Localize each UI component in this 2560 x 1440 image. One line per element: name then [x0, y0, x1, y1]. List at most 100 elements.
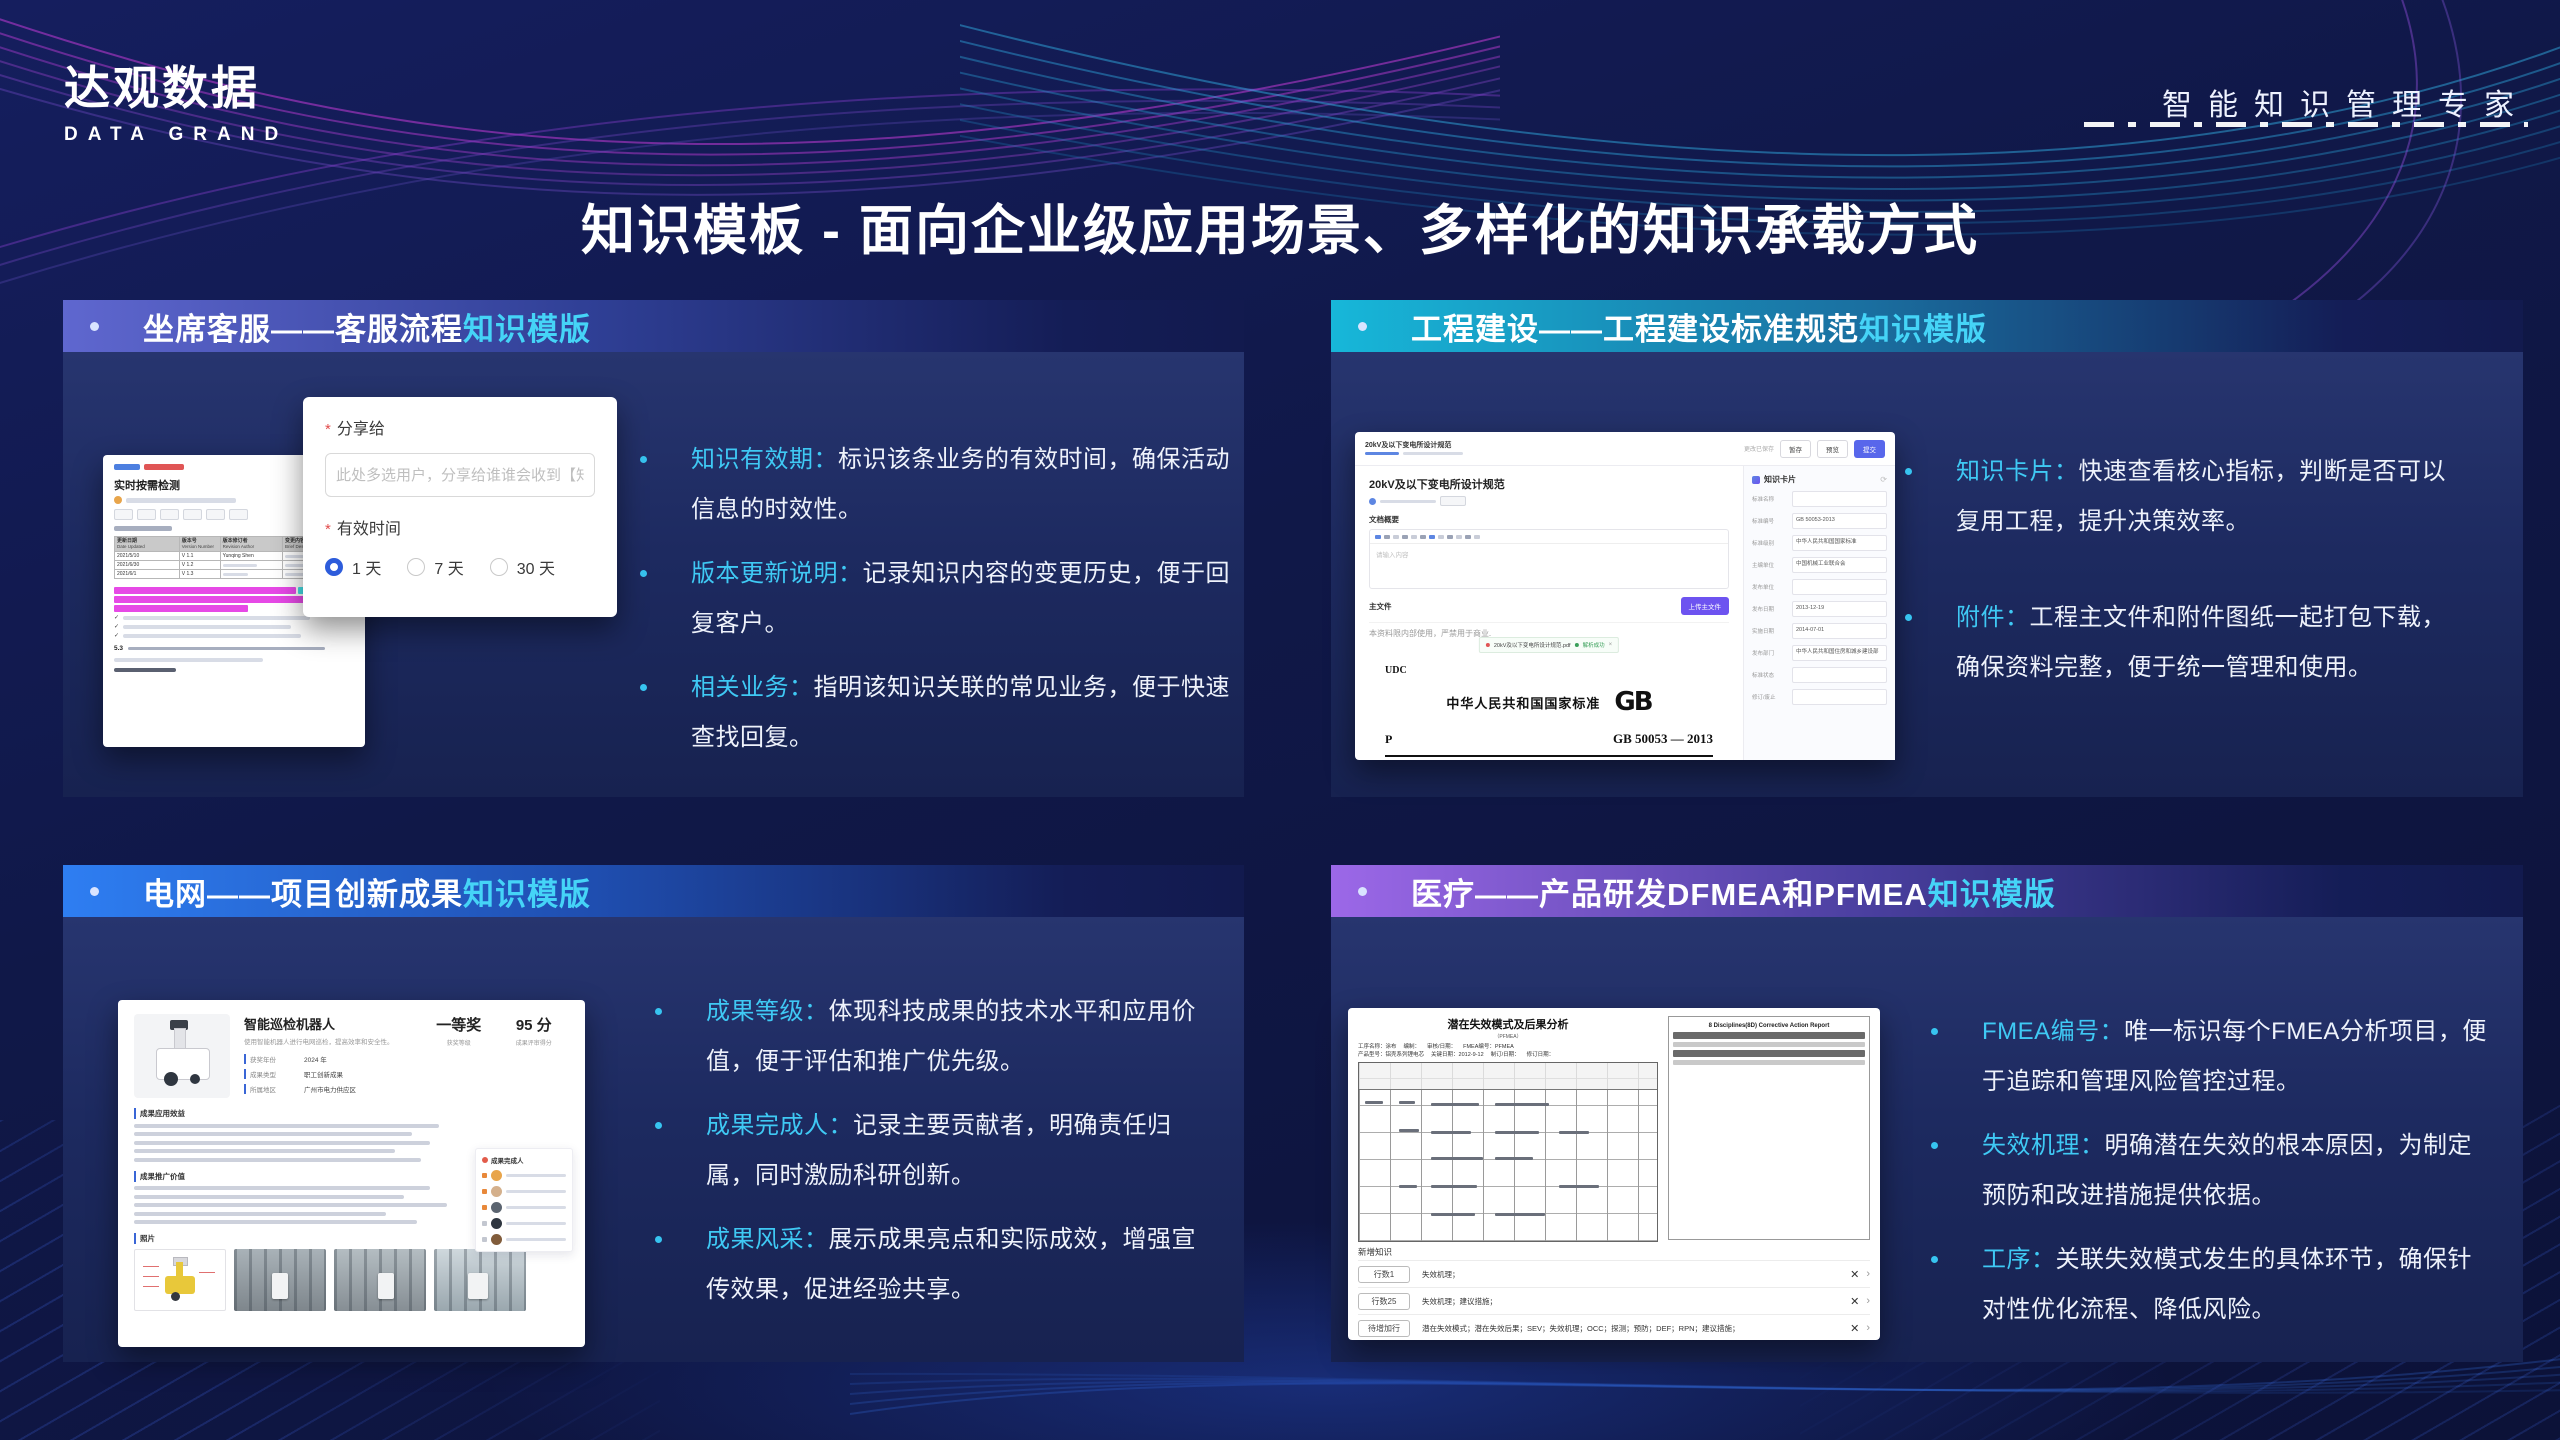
- file-chip[interactable]: 20kV及以下变电所设计规范.pdf 解析成功 ×: [1479, 637, 1619, 653]
- breadcrumb: [1365, 452, 1463, 455]
- rank-badge: [482, 1205, 487, 1210]
- close-icon[interactable]: ✕: [1850, 1295, 1859, 1308]
- cell-text: [1431, 1185, 1477, 1188]
- save-draft-button[interactable]: 暂存: [1780, 440, 1811, 458]
- radio-icon: [407, 558, 425, 576]
- row-chip[interactable]: 待增加行: [1358, 1320, 1410, 1337]
- score-badge: 95 分 成果评审得分: [516, 1014, 552, 1099]
- chevron-right-icon[interactable]: ›: [1866, 1322, 1870, 1334]
- bullet-dot-icon: [655, 1236, 662, 1243]
- members-title: 成果完成人: [491, 1155, 524, 1165]
- cell-text: [1495, 1213, 1545, 1216]
- success-icon: [1575, 643, 1579, 647]
- preview-button[interactable]: 预览: [1817, 440, 1848, 458]
- field-value[interactable]: [1792, 689, 1887, 705]
- summary-editor[interactable]: 请输入内容: [1369, 529, 1729, 589]
- toolbar-glyph: [1411, 535, 1417, 539]
- panel-body: 潜在失效模式及后果分析 （PFMEA） 工序名称：涂布 编制： 审核/日期： F…: [1331, 917, 2523, 1362]
- field-value[interactable]: 中国机械工业联合会: [1792, 557, 1887, 573]
- valid-time-label: *有效时间: [325, 515, 595, 539]
- bullet-item: 成果完成人：记录主要贡献者，明确责任归属，同时激励科研创新。: [655, 1101, 1215, 1201]
- field-value[interactable]: [1792, 667, 1887, 683]
- chip-close-icon[interactable]: ×: [1609, 642, 1613, 648]
- knowledge-row: 行数25 失效机理；建议措施； ✕ ›: [1358, 1287, 1870, 1314]
- award-caption: 获奖等级: [436, 1038, 481, 1047]
- share-input[interactable]: [325, 453, 595, 497]
- benefit-section-label: 成果应用效益: [134, 1108, 569, 1119]
- member-name: [506, 1206, 566, 1210]
- chevron-right-icon[interactable]: ›: [1866, 1268, 1870, 1280]
- tag-chip: [160, 509, 179, 520]
- field-value[interactable]: 2013-12-19: [1792, 601, 1887, 617]
- innovation-result-screenshot: 智能巡检机器人 使用智能机器人进行电网巡检，提高效率和安全性。 获奖年份2024…: [118, 1000, 585, 1347]
- callout-line: [143, 1276, 159, 1277]
- panel-title-main: 电网——项目创新成果: [143, 877, 463, 912]
- row-chip[interactable]: 行数25: [1358, 1293, 1410, 1310]
- cell-text: [1399, 1101, 1415, 1104]
- watermark-text: 本资料限内部使用，严禁用于商业.: [1369, 629, 1491, 638]
- card-field: 发布日期2013-12-19: [1752, 601, 1887, 617]
- red-chip: [144, 464, 184, 470]
- refresh-icon[interactable]: ⟳: [1880, 475, 1887, 484]
- brand-logo-en: DATA GRAND: [64, 124, 288, 146]
- bullet-dot-icon: [655, 1008, 662, 1015]
- radio-30-days[interactable]: 30 天: [490, 555, 555, 579]
- cell-text: [1431, 1213, 1475, 1216]
- row-text: 失效机理；: [1422, 1269, 1843, 1280]
- row-chip[interactable]: 行数1: [1358, 1266, 1410, 1283]
- field-value[interactable]: 中华人民共和国住房和城乡建设部: [1792, 645, 1887, 661]
- award-score-block: 一等奖 获奖等级 95 分 成果评审得分: [419, 1014, 569, 1099]
- field-value[interactable]: [1792, 491, 1887, 507]
- standard-title: 中华人民共和国国家标准: [1446, 693, 1600, 712]
- radio-1-day[interactable]: 1 天: [325, 555, 381, 579]
- member-row: [482, 1218, 566, 1229]
- feature-bullets: 知识卡片：快速查看核心指标，判断是否可以复用工程，提升决策效率。 附件：工程主文…: [1905, 447, 2465, 739]
- chevron-right-icon[interactable]: ›: [1866, 1295, 1870, 1307]
- text-line: [123, 616, 310, 620]
- new-knowledge-section: 新增知识 行数1 失效机理； ✕ › 行数25 失效机理；建议措施； ✕ ›: [1358, 1246, 1870, 1341]
- text-line: [134, 1203, 447, 1207]
- mainfile-label: 主文件: [1369, 601, 1392, 612]
- fmea-screenshot: 潜在失效模式及后果分析 （PFMEA） 工序名称：涂布 编制： 审核/日期： F…: [1348, 1008, 1880, 1340]
- close-icon[interactable]: ✕: [1850, 1322, 1859, 1335]
- text-line: [1403, 452, 1463, 455]
- field-value[interactable]: GB 50053-2013: [1792, 513, 1887, 529]
- upload-mainfile-button[interactable]: 上传主文件: [1681, 597, 1730, 615]
- row-text: 潜在失效模式；潜在失效后果；SEV；失效机理；OCC；探测；预防；DEF；RPN…: [1422, 1323, 1843, 1334]
- bullet-dot-icon: [640, 684, 647, 691]
- close-icon[interactable]: ✕: [1850, 1268, 1859, 1281]
- fmea-info-row: 产品型号：铝壳系列锂电芯 关键日期：2012-9-12 制订/日期： 修订日期：: [1358, 1051, 1658, 1059]
- info-field: 审核/日期：: [1427, 1043, 1456, 1051]
- toolbar-glyph: [1402, 535, 1408, 539]
- result-title: 智能巡检机器人: [244, 1014, 419, 1033]
- panel-customer-service: 坐席客服——客服流程知识模版 实时按需检测: [63, 300, 1244, 797]
- member-name: [506, 1190, 566, 1194]
- gb-logo: GB: [1614, 687, 1651, 717]
- robot-diagram-photo: [134, 1249, 226, 1311]
- info-field: 产品型号：铝壳系列锂电芯: [1358, 1051, 1424, 1059]
- avatar: [491, 1202, 502, 1213]
- field-value[interactable]: 2014-07-01: [1792, 623, 1887, 639]
- submit-button[interactable]: 提交: [1854, 440, 1885, 458]
- text-line: [1380, 500, 1436, 503]
- radio-7-days[interactable]: 7 天: [407, 555, 463, 579]
- text-line: [223, 564, 257, 567]
- member-row: [482, 1186, 566, 1197]
- avatar: [491, 1234, 502, 1245]
- report-band: [1673, 1042, 1865, 1047]
- field-value[interactable]: 中华人民共和国国家标准: [1792, 535, 1887, 551]
- tag-chip: [1440, 496, 1466, 506]
- result-header: 智能巡检机器人 使用智能机器人进行电网巡检，提高效率和安全性。 获奖年份2024…: [134, 1014, 569, 1099]
- radio-icon: [490, 558, 508, 576]
- rank-badge: [482, 1189, 487, 1194]
- bullet-item: 工序：关联失效模式发生的具体环节，确保针对性优化流程、降低风险。: [1931, 1235, 2491, 1335]
- standard-doc-screenshot: 20kV及以下变电所设计规范 更改已保存 暂存 预览 提交 20kV及: [1355, 432, 1895, 760]
- member-row: [482, 1170, 566, 1181]
- required-asterisk: *: [325, 521, 331, 538]
- share-field-label: *分享给: [325, 415, 595, 439]
- toolbar-glyph: [1375, 535, 1381, 539]
- result-info: 智能巡检机器人 使用智能机器人进行电网巡检，提高效率和安全性。 获奖年份2024…: [244, 1014, 419, 1099]
- summary-placeholder[interactable]: 请输入内容: [1370, 544, 1728, 588]
- field-value[interactable]: [1792, 579, 1887, 595]
- toolbar-glyph: [1438, 535, 1444, 539]
